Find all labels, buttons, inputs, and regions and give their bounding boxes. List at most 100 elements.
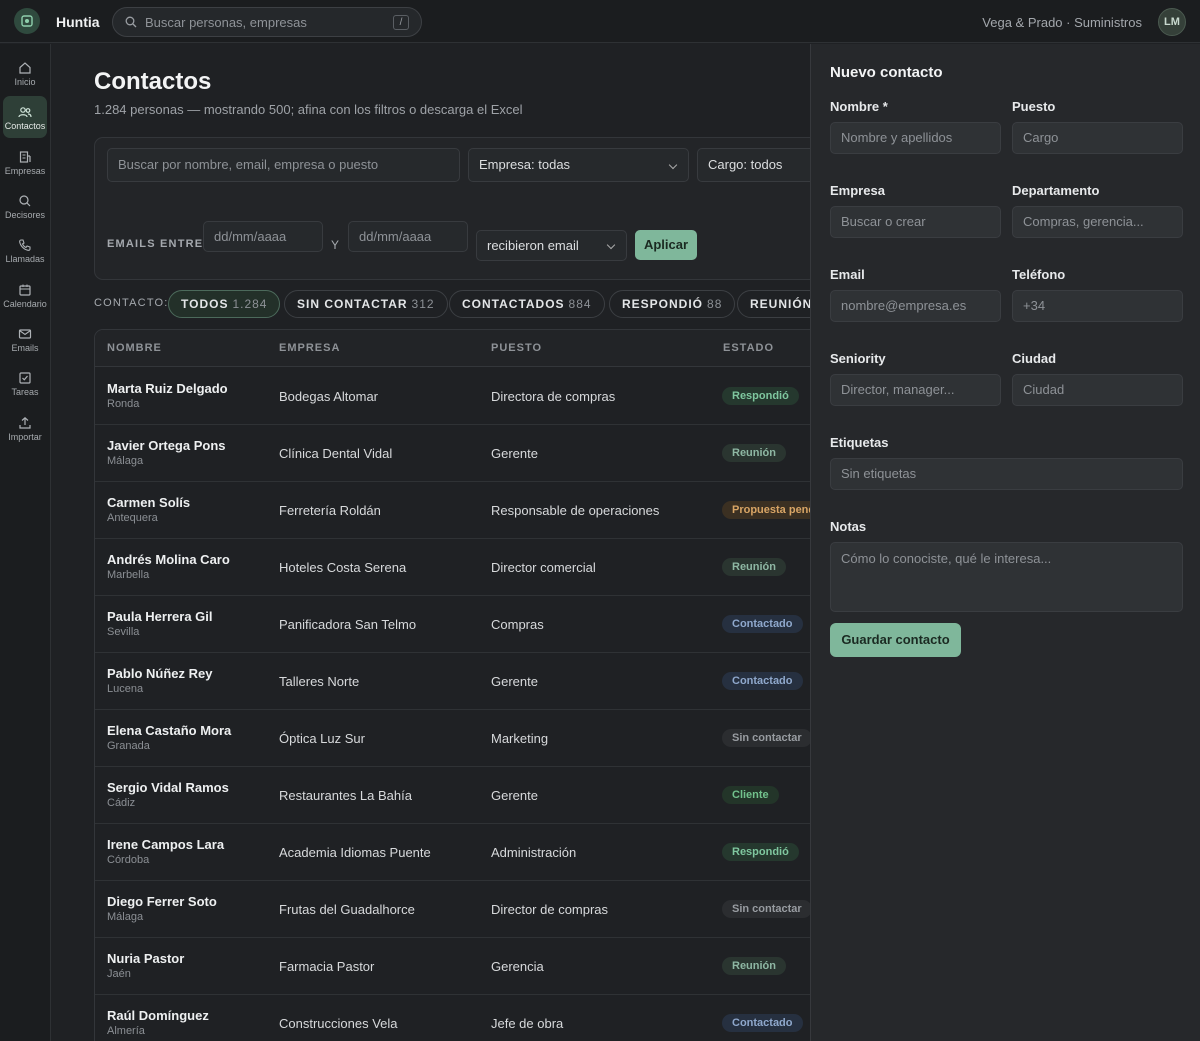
- contact-position: Administración: [491, 845, 577, 860]
- sidebar-item-importar[interactable]: Importar: [3, 407, 47, 449]
- chip-todos[interactable]: TODOS 1.284: [168, 290, 281, 318]
- field-label-empresa: Empresa: [830, 183, 885, 198]
- contact-name[interactable]: Elena Castaño Mora: [107, 723, 231, 738]
- contact-name[interactable]: Raúl Domínguez: [107, 1008, 209, 1023]
- sidebar-item-calendario[interactable]: Calendario: [3, 274, 47, 316]
- sidebar-item-llamadas[interactable]: Llamadas: [3, 229, 47, 271]
- sidebar-label: Empresas: [4, 166, 46, 176]
- status-badge: Reunión: [722, 558, 786, 576]
- table-row[interactable]: Javier Ortega Pons Málaga Clínica Dental V…: [95, 425, 810, 482]
- contact-city: Marbella: [107, 569, 150, 581]
- sidebar-item-inicio[interactable]: Inicio: [3, 52, 47, 94]
- contact-company: Construcciones Vela: [279, 1016, 398, 1031]
- building-icon: [19, 151, 31, 163]
- sidebar-item-empresas[interactable]: Empresas: [3, 141, 47, 183]
- status-badge: Reunión: [722, 444, 786, 462]
- apply-filters-button[interactable]: Aplicar: [635, 230, 697, 260]
- table-row[interactable]: Diego Ferrer Soto Málaga Frutas del Guadal…: [95, 881, 810, 938]
- contact-name[interactable]: Pablo Núñez Rey: [107, 666, 212, 681]
- contact-name[interactable]: Marta Ruiz Delgado: [107, 381, 228, 396]
- panel-title: Nuevo contacto: [830, 64, 943, 81]
- column-header-empresa[interactable]: EMPRESA: [279, 342, 340, 354]
- status-badge: Contactado: [722, 615, 803, 633]
- save-contact-button[interactable]: Guardar contacto: [830, 623, 961, 657]
- phone-input[interactable]: +34: [1012, 290, 1183, 322]
- table-row[interactable]: Andrés Molina Caro Marbella Hoteles Costa …: [95, 539, 810, 596]
- contacts-table: NOMBRE EMPRESA PUESTO ESTADO Marta Ruiz …: [94, 329, 810, 1041]
- position-filter-value: Cargo: todos: [708, 157, 783, 172]
- sidebar-item-emails[interactable]: Emails: [3, 318, 47, 360]
- chevron-down-icon: [606, 240, 616, 250]
- contact-name[interactable]: Sergio Vidal Ramos: [107, 780, 229, 795]
- email-input[interactable]: nombre@empresa.es: [830, 290, 1001, 322]
- user-avatar[interactable]: LM: [1158, 8, 1186, 36]
- contact-name[interactable]: Diego Ferrer Soto: [107, 894, 217, 909]
- tags-input[interactable]: Sin etiquetas: [830, 458, 1183, 490]
- name-input[interactable]: Nombre y apellidos: [830, 122, 1001, 154]
- sidebar-item-contactos[interactable]: Contactos: [3, 96, 47, 138]
- column-header-estado[interactable]: ESTADO: [723, 342, 774, 354]
- contact-city: Málaga: [107, 455, 144, 467]
- app-logo[interactable]: [14, 8, 40, 34]
- table-row[interactable]: Marta Ruiz Delgado Ronda Bodegas Altomar Di…: [95, 368, 810, 425]
- contact-company: Panificadora San Telmo: [279, 617, 417, 632]
- table-row[interactable]: Irene Campos Lara Córdoba Academia Idiomas…: [95, 824, 810, 881]
- department-input[interactable]: Compras, gerencia...: [1012, 206, 1183, 238]
- contact-name[interactable]: Paula Herrera Gil: [107, 609, 213, 624]
- home-icon: [19, 62, 31, 74]
- status-badge: Sin contactar: [722, 729, 810, 747]
- chip-label: REUNIÓN: [750, 297, 810, 311]
- contact-name[interactable]: Nuria Pastor: [107, 951, 184, 966]
- sidebar-label: Importar: [8, 432, 42, 442]
- logo-icon: [21, 15, 33, 27]
- chip-reunion[interactable]: REUNIÓN: [737, 290, 810, 318]
- sidebar-item-decisores[interactable]: Decisores: [3, 185, 47, 227]
- organization-name[interactable]: Vega & Prado · Suministros: [982, 15, 1142, 30]
- contact-position: Marketing: [491, 731, 549, 746]
- column-header-nombre[interactable]: NOMBRE: [107, 342, 162, 354]
- seniority-input[interactable]: Director, manager...: [830, 374, 1001, 406]
- contact-filter-label: CONTACTO:: [94, 297, 169, 309]
- contact-company: Academia Idiomas Puente: [279, 845, 431, 860]
- contact-city: Jaén: [107, 968, 131, 980]
- chip-respondio[interactable]: RESPONDIÓ 88: [609, 290, 736, 318]
- check-square-icon: [19, 372, 31, 384]
- notes-textarea[interactable]: Cómo lo conociste, qué le interesa...: [830, 542, 1183, 612]
- field-label-seniority: Seniority: [830, 351, 886, 366]
- date-from-input[interactable]: dd/mm/aaaa: [203, 221, 323, 252]
- sidebar-label: Decisores: [4, 210, 45, 220]
- email-condition-select[interactable]: recibieron email: [476, 230, 627, 261]
- position-input[interactable]: Cargo: [1012, 122, 1183, 154]
- company-input[interactable]: Buscar o crear: [830, 206, 1001, 238]
- contact-name[interactable]: Irene Campos Lara: [107, 837, 224, 852]
- table-row[interactable]: Pablo Núñez Rey Lucena Talleres Norte Geren…: [95, 653, 810, 710]
- table-row[interactable]: Elena Castaño Mora Granada Óptica Luz Sur M…: [95, 710, 810, 767]
- table-row[interactable]: Nuria Pastor Jaén Farmacia Pastor Gerencia R…: [95, 938, 810, 995]
- table-row[interactable]: Sergio Vidal Ramos Cádiz Restaurantes La B…: [95, 767, 810, 824]
- contact-city: Granada: [107, 740, 150, 752]
- app-name: Huntia: [56, 14, 100, 30]
- contact-name[interactable]: Andrés Molina Caro: [107, 552, 230, 567]
- contact-position: Compras: [491, 617, 544, 632]
- global-search-input[interactable]: Buscar personas, empresas /: [112, 7, 422, 37]
- company-filter-select[interactable]: Empresa: todas: [468, 148, 689, 182]
- contact-name[interactable]: Javier Ortega Pons: [107, 438, 226, 453]
- table-row[interactable]: Raúl Domínguez Almería Construcciones Vela…: [95, 995, 810, 1041]
- chip-sin-contactar[interactable]: SIN CONTACTAR 312: [284, 290, 448, 318]
- position-filter-select[interactable]: Cargo: todos: [697, 148, 810, 182]
- contact-name[interactable]: Carmen Solís: [107, 495, 190, 510]
- status-badge: Respondió: [722, 387, 799, 405]
- chip-label: TODOS: [181, 297, 229, 311]
- field-label-notas: Notas: [830, 519, 867, 534]
- table-row[interactable]: Paula Herrera Gil Sevilla Panificadora San…: [95, 596, 810, 653]
- column-header-puesto[interactable]: PUESTO: [491, 342, 542, 354]
- filters-panel: Buscar por nombre, email, empresa o pues…: [94, 137, 810, 280]
- city-input[interactable]: Ciudad: [1012, 374, 1183, 406]
- chip-contactados[interactable]: CONTACTADOS 884: [449, 290, 605, 318]
- sidebar-item-tareas[interactable]: Tareas: [3, 362, 47, 404]
- date-to-input[interactable]: dd/mm/aaaa: [348, 221, 468, 252]
- contact-search-input[interactable]: Buscar por nombre, email, empresa o pues…: [107, 148, 460, 182]
- table-row[interactable]: Carmen Solís Antequera Ferretería Roldán Re…: [95, 482, 810, 539]
- contact-position: Director comercial: [491, 560, 596, 575]
- sidebar-label: Llamadas: [5, 254, 45, 264]
